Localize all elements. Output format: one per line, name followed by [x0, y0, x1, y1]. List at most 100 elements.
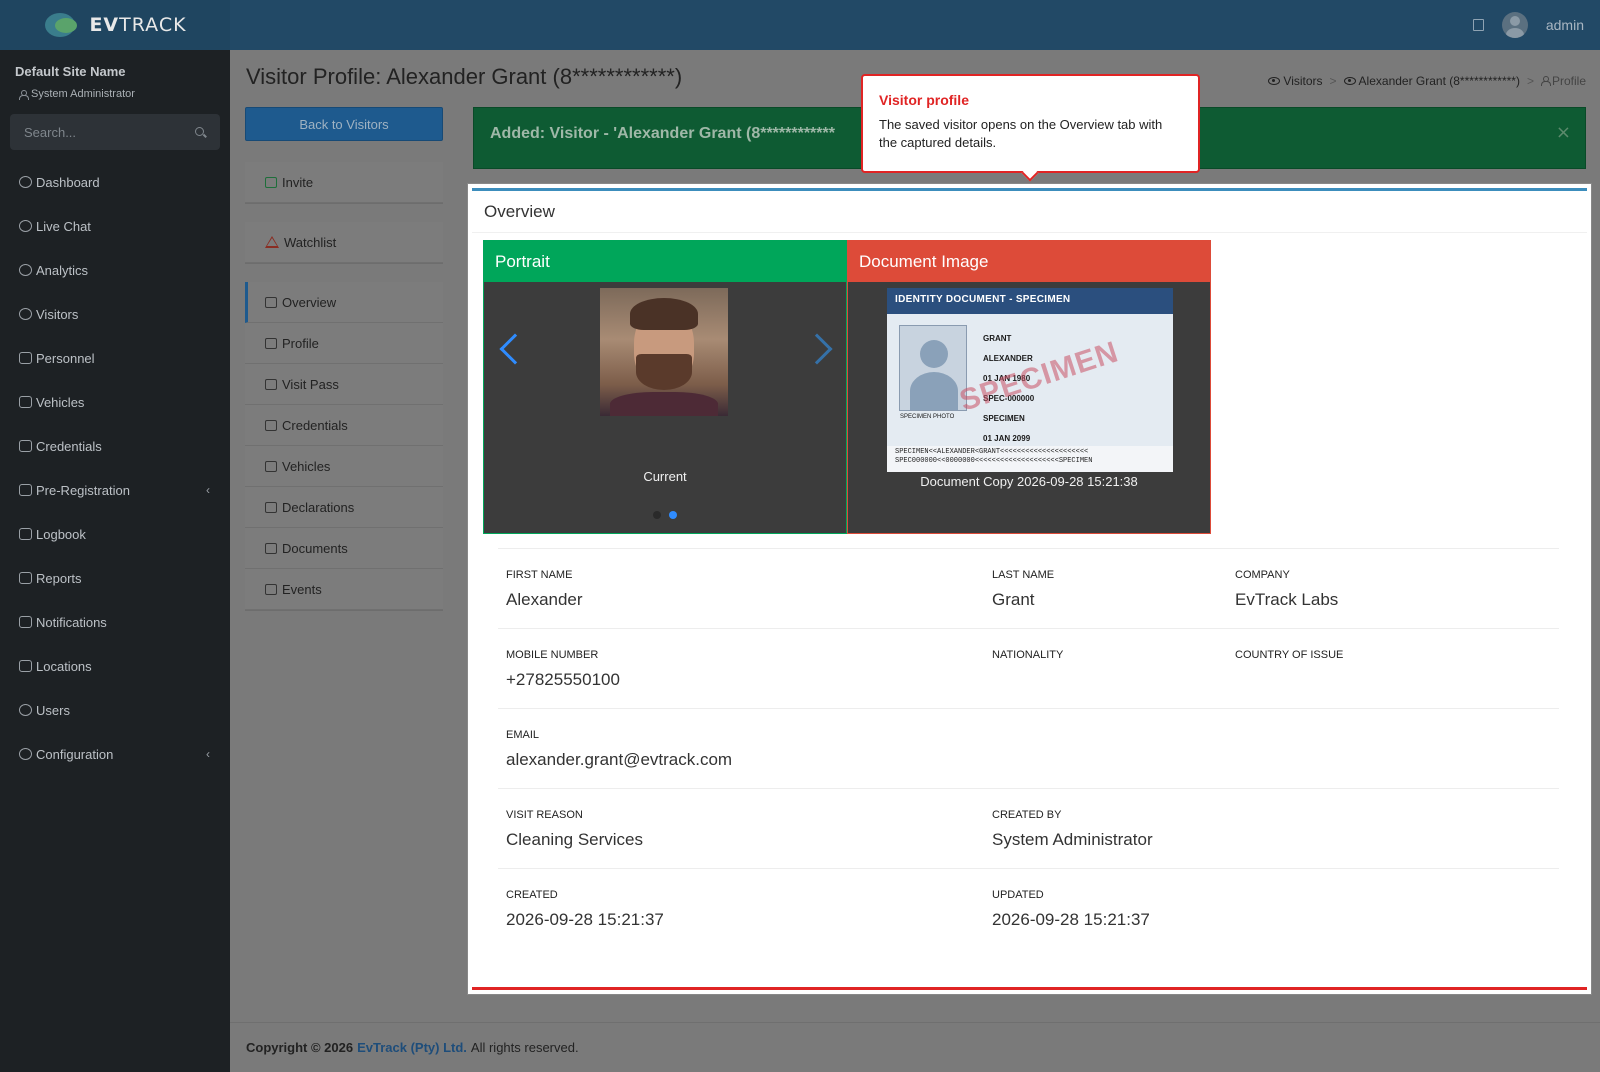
- table-icon: [265, 296, 277, 308]
- invite-button[interactable]: Invite: [245, 162, 443, 203]
- file-icon: [265, 542, 277, 554]
- user-cog-icon: [19, 352, 32, 364]
- sidebar: Default Site Name System Administrator D…: [0, 50, 230, 1072]
- sidebar-item-notifications[interactable]: Notifications: [0, 600, 230, 644]
- sidebar-item-logbook[interactable]: Logbook: [0, 512, 230, 556]
- sidebar-item-vehicles[interactable]: Vehicles: [0, 380, 230, 424]
- field-row: MOBILE NUMBER +27825550100 NATIONALITY CO…: [498, 628, 1559, 708]
- car-icon: [19, 396, 32, 408]
- tab-visit-pass[interactable]: Visit Pass: [245, 364, 443, 405]
- carousel-dot-active[interactable]: [669, 511, 677, 519]
- document-image: IDENTITY DOCUMENT - SPECIMEN SPECIMEN PH…: [887, 288, 1173, 472]
- site-name: Default Site Name: [15, 64, 126, 79]
- nationality-field: NATIONALITY: [992, 649, 1064, 661]
- tab-declarations[interactable]: Declarations: [245, 487, 443, 528]
- target-icon: [19, 264, 32, 276]
- tooltip-body: The saved visitor opens on the Overview …: [879, 117, 1163, 150]
- dashboard-icon: [19, 176, 32, 188]
- sidebar-item-credentials[interactable]: Credentials: [0, 424, 230, 468]
- exchange-icon: [19, 484, 32, 496]
- watchlist-button[interactable]: Watchlist: [245, 222, 443, 263]
- search-input[interactable]: [10, 114, 180, 150]
- tab-documents[interactable]: Documents: [245, 528, 443, 569]
- invite-box: Invite: [245, 162, 443, 204]
- tooltip-title: Visitor profile: [879, 92, 969, 108]
- calendar-plus-icon: [265, 176, 277, 188]
- tab-overview[interactable]: Overview: [245, 282, 443, 323]
- updated-field: UPDATED 2026-09-28 15:21:37: [992, 889, 1150, 929]
- created-field: CREATED 2026-09-28 15:21:37: [506, 889, 664, 929]
- search-icon[interactable]: [195, 127, 204, 136]
- eye-icon: [1268, 77, 1281, 85]
- mobile-field: MOBILE NUMBER +27825550100: [506, 649, 620, 689]
- carousel-prev-icon[interactable]: [499, 333, 531, 365]
- building-icon: [19, 660, 32, 672]
- headset-icon: [19, 220, 32, 232]
- tab-profile[interactable]: Profile: [245, 323, 443, 364]
- book-icon: [19, 528, 32, 540]
- calendar-icon: [265, 378, 277, 390]
- email-field: EMAIL alexander.grant@evtrack.com: [506, 729, 733, 769]
- last-name-field: LAST NAME Grant: [992, 569, 1055, 609]
- field-row: VISIT REASON Cleaning Services CREATED BY…: [498, 788, 1559, 868]
- close-icon[interactable]: ×: [1556, 122, 1571, 143]
- logo-icon: [43, 10, 83, 40]
- watchlist-box: Watchlist: [245, 222, 443, 264]
- guide-tooltip: Visitor profile The saved visitor opens …: [861, 74, 1200, 182]
- logo-text: EVTRACK: [89, 14, 187, 36]
- sidebar-item-configuration[interactable]: Configuration ‹: [0, 732, 230, 776]
- chart-icon: [19, 572, 32, 584]
- country-of-issue-field: COUNTRY OF ISSUE: [1235, 649, 1344, 661]
- document-panel: Document Image IDENTITY DOCUMENT - SPECI…: [847, 240, 1211, 534]
- portrait-title: Portrait: [484, 241, 846, 282]
- portrait-image: [600, 288, 728, 416]
- id-card-icon: [265, 419, 277, 431]
- breadcrumb-visitor[interactable]: Alexander Grant (8************): [1343, 74, 1520, 88]
- book-icon[interactable]: [1472, 19, 1484, 31]
- sidebar-item-live-chat[interactable]: Live Chat: [0, 204, 230, 248]
- eye-icon: [1343, 77, 1356, 85]
- sidebar-item-locations[interactable]: Locations: [0, 644, 230, 688]
- first-name-field: FIRST NAME Alexander: [506, 569, 583, 609]
- document-title: Document Image: [848, 241, 1210, 282]
- back-to-visitors-button[interactable]: Back to Visitors: [245, 107, 443, 141]
- company-field: COMPANY EvTrack Labs: [1235, 569, 1339, 609]
- avatar[interactable]: [1501, 12, 1528, 38]
- sidebar-item-analytics[interactable]: Analytics: [0, 248, 230, 292]
- breadcrumb-visitors[interactable]: Visitors: [1268, 74, 1323, 88]
- user-icon: [1540, 76, 1551, 86]
- created-by-field: CREATED BY System Administrator: [992, 809, 1153, 849]
- visit-reason-field: VISIT REASON Cleaning Services: [506, 809, 644, 849]
- sidebar-item-visitors[interactable]: Visitors: [0, 292, 230, 336]
- alert-message: Added: Visitor - 'Alexander Grant (8****…: [490, 125, 835, 142]
- brand-logo[interactable]: EVTRACK: [0, 0, 230, 50]
- footer-copyright: Copyright © 2026: [246, 1040, 354, 1055]
- user-menu[interactable]: admin: [1546, 17, 1584, 33]
- footer-company-link[interactable]: EvTrack (Pty) Ltd.: [357, 1040, 467, 1055]
- sidebar-item-reports[interactable]: Reports: [0, 556, 230, 600]
- field-row: CREATED 2026-09-28 15:21:37 UPDATED 2026-0…: [498, 868, 1559, 948]
- sidebar-item-personnel[interactable]: Personnel: [0, 336, 230, 380]
- warning-icon: [265, 236, 279, 248]
- car-icon: [265, 460, 277, 472]
- tab-credentials[interactable]: Credentials: [245, 405, 443, 446]
- sidebar-item-users[interactable]: Users: [0, 688, 230, 732]
- sidebar-search: [10, 114, 220, 150]
- chevron-left-icon: ‹: [206, 483, 210, 497]
- tooltip-arrow: [1021, 164, 1039, 182]
- carousel-next-icon[interactable]: [801, 333, 833, 365]
- pencil-icon: [265, 337, 277, 349]
- user-icon: [19, 89, 29, 100]
- tab-events[interactable]: Events: [245, 569, 443, 610]
- footer-rights: All rights reserved.: [470, 1040, 579, 1055]
- gear-icon: [19, 748, 32, 760]
- chevron-left-icon: ‹: [206, 747, 210, 761]
- tab-vehicles[interactable]: Vehicles: [245, 446, 443, 487]
- carousel-indicators: [484, 511, 846, 519]
- field-row: EMAIL alexander.grant@evtrack.com: [498, 708, 1559, 788]
- sidebar-item-pre-registration[interactable]: Pre-Registration ‹: [0, 468, 230, 512]
- page-title: Visitor Profile: Alexander Grant (8*****…: [246, 64, 683, 89]
- carousel-dot[interactable]: [653, 511, 661, 519]
- sidebar-item-dashboard[interactable]: Dashboard: [0, 160, 230, 204]
- checklist-icon: [265, 501, 277, 513]
